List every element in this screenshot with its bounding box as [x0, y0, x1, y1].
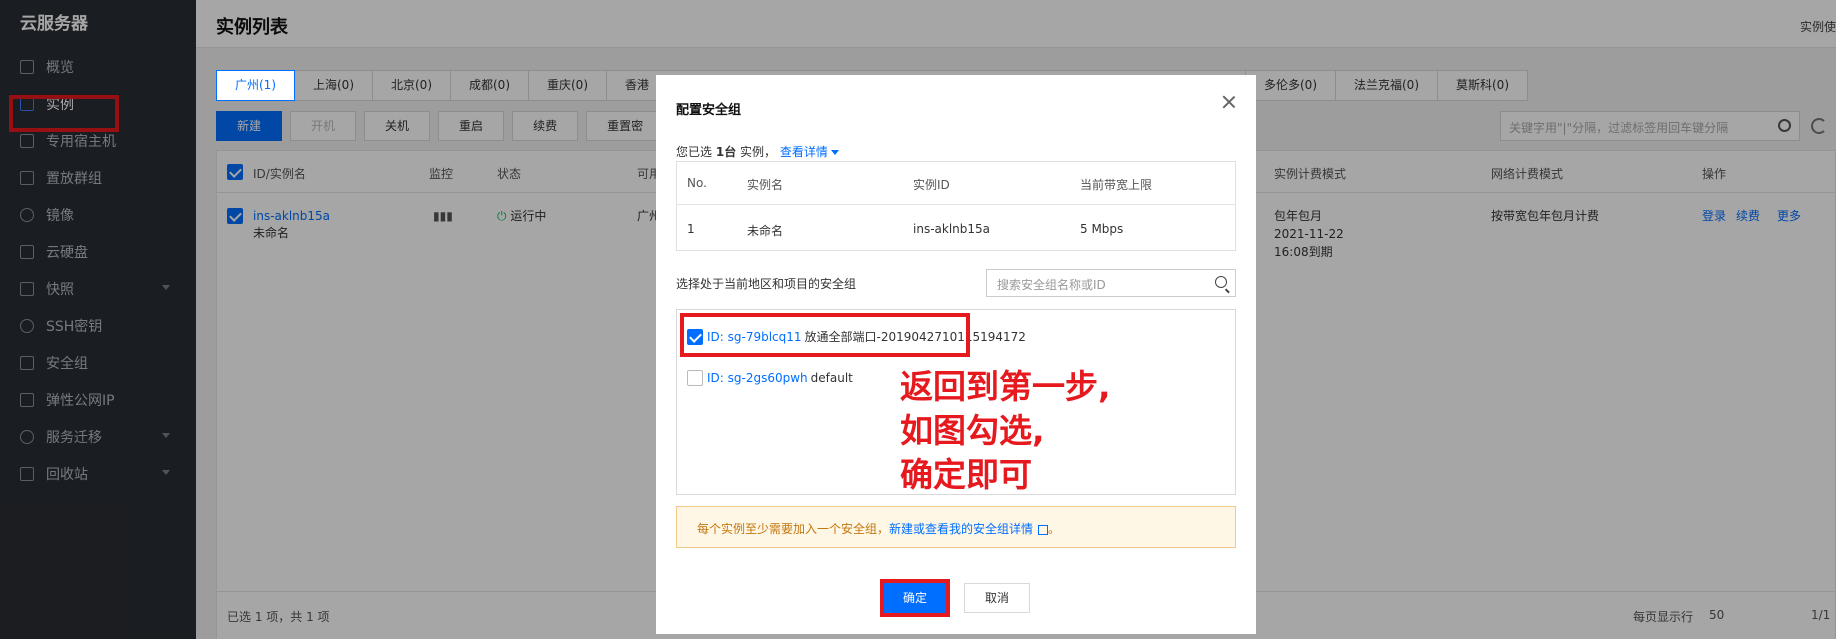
security-group-details-link[interactable]: 新建或查看我的安全组详情	[889, 522, 1033, 536]
column-header-instance-id: 实例ID	[913, 178, 950, 192]
security-group-search-input[interactable]: 搜索安全组名称或ID	[986, 269, 1236, 297]
divider	[677, 204, 1235, 205]
cancel-button[interactable]: 取消	[964, 583, 1031, 613]
warning-tip: 每个实例至少需要加入一个安全组，新建或查看我的安全组详情 。	[676, 506, 1236, 548]
column-header-no: No.	[687, 176, 707, 190]
column-header-name: 实例名	[747, 178, 784, 192]
annotation-line: 如图勾选,	[900, 411, 1045, 450]
security-group-name: default	[810, 371, 853, 385]
annotation-line: 返回到第一步,	[900, 367, 1111, 406]
column-header-bandwidth: 当前带宽上限	[1080, 178, 1153, 192]
security-group-dialog: 配置安全组 您已选 1台 实例， 查看详情 No. 实例名 实例ID 当前带宽上…	[656, 75, 1256, 634]
annotation-text: 返回到第一步, 如图勾选, 确定即可	[900, 365, 1111, 497]
security-group-id[interactable]: ID: sg-2gs60pwh	[707, 371, 808, 385]
view-details-link[interactable]: 查看详情	[780, 145, 839, 159]
search-icon[interactable]	[1215, 276, 1227, 288]
selection-prefix: 您已选	[676, 145, 713, 159]
security-group-checkbox[interactable]	[687, 370, 703, 386]
close-icon[interactable]	[1222, 95, 1236, 109]
row-instance-name: 未命名	[747, 224, 784, 238]
dialog-title: 配置安全组	[676, 103, 742, 118]
row-bandwidth: 5 Mbps	[1080, 222, 1124, 236]
selected-instances-table: No. 实例名 实例ID 当前带宽上限 1 未命名 ins-aklnb15a 5…	[676, 161, 1236, 251]
selection-count: 1台	[715, 145, 737, 159]
selection-suffix: 实例，	[740, 145, 777, 159]
row-no: 1	[687, 222, 695, 236]
external-link-icon[interactable]	[1038, 524, 1049, 535]
highlight-box-security-group	[680, 313, 970, 357]
tip-text: 每个实例至少需要加入一个安全组，	[697, 522, 890, 536]
search-placeholder: 搜索安全组名称或ID	[997, 278, 1106, 292]
annotation-line: 确定即可	[900, 455, 1032, 494]
security-group-item[interactable]: ID: sg-2gs60pwh default	[687, 370, 853, 386]
selection-info: 您已选 1台 实例， 查看详情	[676, 143, 839, 160]
highlight-box-confirm	[880, 579, 950, 617]
row-instance-id[interactable]: ins-aklnb15a	[913, 222, 990, 236]
tip-end: 。	[1048, 522, 1061, 536]
tab-region-guangzhou[interactable]: 广州(1)	[216, 70, 295, 101]
security-group-label: 选择处于当前地区和项目的安全组	[676, 277, 857, 291]
